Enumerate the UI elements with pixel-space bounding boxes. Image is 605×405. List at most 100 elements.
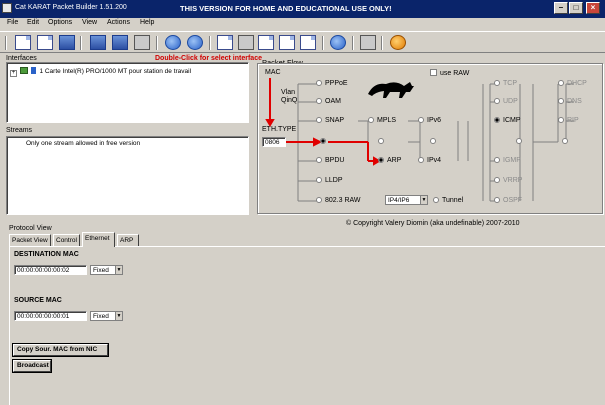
camera-icon[interactable] (360, 35, 376, 50)
mpls-label: MPLS (377, 117, 397, 124)
flow-transport[interactable] (516, 138, 525, 145)
flow-pppoe[interactable]: PPPoE (316, 80, 348, 87)
close-button[interactable]: × (586, 2, 600, 14)
menu-help[interactable]: Help (140, 19, 154, 26)
broadcast-button[interactable]: Broadcast (13, 360, 51, 372)
menu-options[interactable]: Options (48, 19, 72, 26)
vrrp-label: VRRP (503, 177, 523, 184)
menu-file[interactable]: File (7, 19, 18, 26)
clipboard-icon[interactable] (279, 35, 295, 50)
ip-version-select[interactable]: IP4/IP6 ▼ (385, 195, 428, 205)
flow-tunnel[interactable]: Tunnel (433, 197, 463, 204)
flow-application[interactable] (562, 138, 571, 145)
radio-icon (516, 138, 522, 144)
tab-ethernet[interactable]: Ethernet (82, 232, 115, 247)
radio-icon (316, 117, 322, 123)
flow-bpdu[interactable]: BPDU (316, 157, 344, 164)
dhcp-label: DHCP (567, 80, 587, 87)
select-icon[interactable] (217, 35, 233, 50)
copy-source-mac-button[interactable]: Copy Sour. MAC from NIC (13, 344, 108, 356)
chevron-down-icon: ▼ (420, 196, 427, 204)
document-icon[interactable] (300, 35, 316, 50)
lldp-label: LLDP (325, 177, 343, 184)
menu-actions[interactable]: Actions (107, 19, 130, 26)
menu-edit[interactable]: Edit (27, 19, 39, 26)
icmp-label: ICMP (503, 117, 521, 124)
flow-igmp[interactable]: IGMP (494, 157, 521, 164)
radio-icon (558, 80, 564, 86)
dest-mode-value: Fixed (93, 267, 109, 274)
flow-ip[interactable] (430, 138, 439, 145)
flow-vrrp[interactable]: VRRP (494, 177, 522, 184)
flow-dns[interactable]: DNS (558, 98, 582, 105)
ipv6-label: IPv6 (427, 117, 442, 124)
interface-item[interactable]: + 1 Carte Intel(R) PRO/1000 MT pour stat… (10, 67, 191, 77)
properties-icon[interactable] (134, 35, 150, 50)
erase-icon[interactable] (238, 35, 254, 50)
packet-flow-group: use RAW MAC Vlan QinQ ETH.TYPE 0806 PPPo… (257, 63, 603, 214)
source-mac-input[interactable]: 00:00:00:00:00:01 (14, 311, 87, 321)
copyright-text: © Copyright Valery Diomin (aka undefinab… (346, 220, 520, 227)
flow-l3[interactable] (378, 138, 387, 145)
rip-label: RIP (567, 117, 579, 124)
protocol-view-label: Protocol View (9, 225, 52, 232)
flow-oam[interactable]: OAM (316, 98, 341, 105)
radio-icon (558, 98, 564, 104)
src-mode-value: Fixed (93, 313, 109, 320)
refresh-icon[interactable] (330, 35, 346, 50)
streams-list[interactable]: Only one stream allowed in free version (6, 136, 249, 215)
flow-8023-raw[interactable]: 802.3 RAW (316, 197, 361, 204)
interfaces-list[interactable]: + 1 Carte Intel(R) PRO/1000 MT pour stat… (6, 62, 249, 123)
new-icon[interactable] (15, 35, 31, 50)
chevron-down-icon: ▼ (115, 312, 122, 320)
radio-icon (494, 177, 500, 183)
toolbar-separator (156, 36, 158, 50)
source-mac-mode-select[interactable]: Fixed ▼ (90, 311, 123, 321)
flow-mpls[interactable]: MPLS (368, 117, 396, 124)
radio-icon (316, 197, 322, 203)
flow-lldp[interactable]: LLDP (316, 177, 343, 184)
radio-icon (316, 157, 322, 163)
flow-ospf[interactable]: OSPF (494, 197, 522, 204)
pppoe-label: PPPoE (325, 80, 348, 87)
destination-mac-input[interactable]: 00:00:00:00:00:02 (14, 265, 87, 275)
destination-mac-label: DESTINATION MAC (14, 251, 79, 258)
radio-icon (494, 98, 500, 104)
maximize-button[interactable]: □ (569, 2, 583, 14)
minimize-button[interactable]: – (554, 2, 568, 14)
streams-label: Streams (6, 127, 33, 134)
toolbar-separator (209, 36, 211, 50)
open-icon[interactable] (37, 35, 53, 50)
flow-icmp[interactable]: ICMP (494, 117, 521, 124)
radio-icon (418, 117, 424, 123)
flow-ethertype[interactable] (320, 138, 329, 145)
chevron-down-icon: ▼ (115, 266, 122, 274)
ipv4-label: IPv4 (427, 157, 442, 164)
radio-icon (494, 197, 500, 203)
flow-rip[interactable]: RIP (558, 117, 579, 124)
expand-icon[interactable]: + (10, 70, 17, 77)
menu-view[interactable]: View (82, 19, 97, 26)
flow-udp[interactable]: UDP (494, 98, 518, 105)
stop-icon[interactable] (187, 35, 203, 50)
interfaces-hint: Double-Click for select interface (155, 55, 262, 62)
interface-name: 1 Carte Intel(R) PRO/1000 MT pour statio… (39, 68, 192, 75)
save-blue-icon[interactable] (112, 35, 128, 50)
flow-tcp[interactable]: TCP (494, 80, 517, 87)
ip-select-value: IP4/IP6 (388, 197, 410, 204)
play-icon[interactable] (165, 35, 181, 50)
flow-arp[interactable]: ARP (378, 157, 401, 164)
dns-label: DNS (567, 98, 582, 105)
list-icon[interactable] (90, 35, 106, 50)
cat-icon[interactable] (390, 35, 406, 50)
save-icon[interactable] (59, 35, 75, 50)
copy-icon[interactable] (258, 35, 274, 50)
destination-mac-mode-select[interactable]: Fixed ▼ (90, 265, 123, 275)
flow-dhcp[interactable]: DHCP (558, 80, 587, 87)
radio-icon (316, 98, 322, 104)
flow-snap[interactable]: SNAP (316, 117, 344, 124)
flow-ipv4[interactable]: IPv4 (418, 157, 441, 164)
flow-ipv6[interactable]: IPv6 (418, 117, 441, 124)
snap-label: SNAP (325, 117, 345, 124)
radio-icon (430, 138, 436, 144)
